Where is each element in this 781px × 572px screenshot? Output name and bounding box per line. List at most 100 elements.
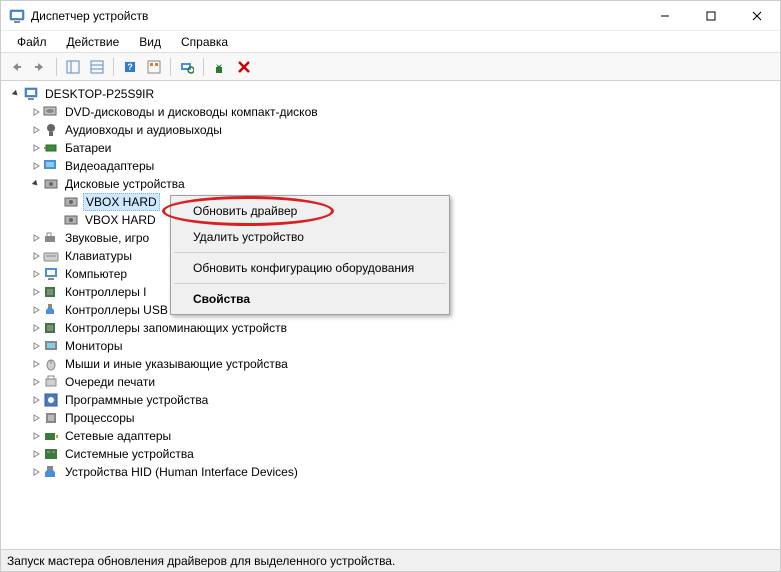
expand-arrow-icon[interactable]: [29, 231, 43, 245]
ctx-remove-device[interactable]: Удалить устройство: [173, 224, 447, 250]
expand-arrow-icon[interactable]: [29, 321, 43, 335]
tree-category[interactable]: Процессоры: [29, 409, 776, 427]
tree-category[interactable]: Аудиовходы и аудиовыходы: [29, 121, 776, 139]
ctx-separator: [174, 252, 446, 253]
toolbar-separator: [56, 58, 57, 76]
expand-arrow-icon[interactable]: [29, 267, 43, 281]
disk-icon: [63, 194, 79, 210]
tree-category-label: Клавиатуры: [63, 248, 134, 264]
category-icon: [43, 248, 59, 264]
uninstall-button[interactable]: [233, 56, 255, 78]
tree-category-label: Мониторы: [63, 338, 124, 354]
close-button[interactable]: [734, 1, 780, 31]
window-title: Диспетчер устройств: [31, 9, 642, 23]
tree-category[interactable]: DVD-дисководы и дисководы компакт-дисков: [29, 103, 776, 121]
maximize-button[interactable]: [688, 1, 734, 31]
tree-category-label: Устройства HID (Human Interface Devices): [63, 464, 300, 480]
computer-icon: [23, 86, 39, 102]
forward-button[interactable]: [29, 56, 51, 78]
expand-arrow-icon[interactable]: [29, 159, 43, 173]
category-icon: [43, 176, 59, 192]
expand-arrow-icon[interactable]: [29, 465, 43, 479]
tree-category-label: Аудиовходы и аудиовыходы: [63, 122, 224, 138]
tree-category-label: Программные устройства: [63, 392, 210, 408]
tree-category[interactable]: Мониторы: [29, 337, 776, 355]
tree-category[interactable]: Видеоадаптеры: [29, 157, 776, 175]
expand-arrow-icon[interactable]: [29, 393, 43, 407]
category-icon: [43, 410, 59, 426]
ctx-scan-hardware[interactable]: Обновить конфигурацию оборудования: [173, 255, 447, 281]
expand-arrow-icon[interactable]: [29, 105, 43, 119]
help-button[interactable]: ?: [119, 56, 141, 78]
tree-category[interactable]: Контроллеры запоминающих устройств: [29, 319, 776, 337]
ctx-update-driver[interactable]: Обновить драйвер: [173, 198, 447, 224]
category-icon: [43, 104, 59, 120]
tree-category[interactable]: Мыши и иные указывающие устройства: [29, 355, 776, 373]
expand-arrow-icon[interactable]: [29, 123, 43, 137]
category-icon: [43, 464, 59, 480]
tree-category-label: Контроллеры I: [63, 284, 149, 300]
category-icon: [43, 302, 59, 318]
expand-arrow-icon[interactable]: [29, 429, 43, 443]
category-icon: [43, 122, 59, 138]
update-driver-toolbar-button[interactable]: [209, 56, 231, 78]
ctx-separator: [174, 283, 446, 284]
toolbar-separator: [170, 58, 171, 76]
tree-category[interactable]: Очереди печати: [29, 373, 776, 391]
toolbar-separator: [203, 58, 204, 76]
category-icon: [43, 338, 59, 354]
tree-category-label: Звуковые, игро: [63, 230, 151, 246]
menu-bar: Файл Действие Вид Справка: [1, 31, 780, 53]
tree-category[interactable]: Программные устройства: [29, 391, 776, 409]
properties-button[interactable]: [86, 56, 108, 78]
tree-category-label: Контроллеры запоминающих устройств: [63, 320, 289, 336]
expand-arrow-icon[interactable]: [29, 249, 43, 263]
menu-help[interactable]: Справка: [171, 33, 238, 51]
tree-category[interactable]: Устройства HID (Human Interface Devices): [29, 463, 776, 481]
minimize-button[interactable]: [642, 1, 688, 31]
tree-device-label: VBOX HARD: [83, 193, 160, 211]
menu-file[interactable]: Файл: [7, 33, 57, 51]
status-bar: Запуск мастера обновления драйверов для …: [1, 549, 780, 571]
device-tree[interactable]: DESKTOP-P25S9IR DVD-дисководы и дисковод…: [1, 81, 780, 549]
expand-arrow-icon[interactable]: [29, 141, 43, 155]
expand-arrow-icon[interactable]: [29, 447, 43, 461]
tree-category[interactable]: Сетевые адаптеры: [29, 427, 776, 445]
tree-category[interactable]: Батареи: [29, 139, 776, 157]
expand-arrow-icon[interactable]: [29, 357, 43, 371]
tree-category-label: Системные устройства: [63, 446, 196, 462]
expand-arrow-icon[interactable]: [29, 177, 43, 191]
category-icon: [43, 374, 59, 390]
tree-category[interactable]: Дисковые устройства: [29, 175, 776, 193]
action-button[interactable]: [143, 56, 165, 78]
category-icon: [43, 230, 59, 246]
expand-arrow-icon[interactable]: [29, 411, 43, 425]
tree-root-node[interactable]: DESKTOP-P25S9IR: [9, 85, 776, 103]
context-menu: Обновить драйвер Удалить устройство Обно…: [170, 195, 450, 315]
category-icon: [43, 266, 59, 282]
expand-arrow-icon[interactable]: [29, 285, 43, 299]
back-button[interactable]: [5, 56, 27, 78]
tree-category-label: Сетевые адаптеры: [63, 428, 173, 444]
category-icon: [43, 392, 59, 408]
category-icon: [43, 428, 59, 444]
tree-category[interactable]: Системные устройства: [29, 445, 776, 463]
title-bar: Диспетчер устройств: [1, 1, 780, 31]
category-icon: [43, 140, 59, 156]
expand-arrow-icon[interactable]: [29, 339, 43, 353]
scan-hardware-button[interactable]: [176, 56, 198, 78]
ctx-properties[interactable]: Свойства: [173, 286, 447, 312]
tree-root-label: DESKTOP-P25S9IR: [43, 86, 156, 102]
tree-category-label: Мыши и иные указывающие устройства: [63, 356, 290, 372]
toolbar-separator: [113, 58, 114, 76]
tree-category-label: Процессоры: [63, 410, 137, 426]
category-icon: [43, 320, 59, 336]
menu-action[interactable]: Действие: [57, 33, 130, 51]
category-icon: [43, 446, 59, 462]
disk-icon: [63, 212, 79, 228]
expand-arrow-icon[interactable]: [29, 375, 43, 389]
expand-arrow-icon[interactable]: [29, 303, 43, 317]
show-hide-tree-button[interactable]: [62, 56, 84, 78]
expand-arrow-icon[interactable]: [9, 87, 23, 101]
menu-view[interactable]: Вид: [129, 33, 171, 51]
